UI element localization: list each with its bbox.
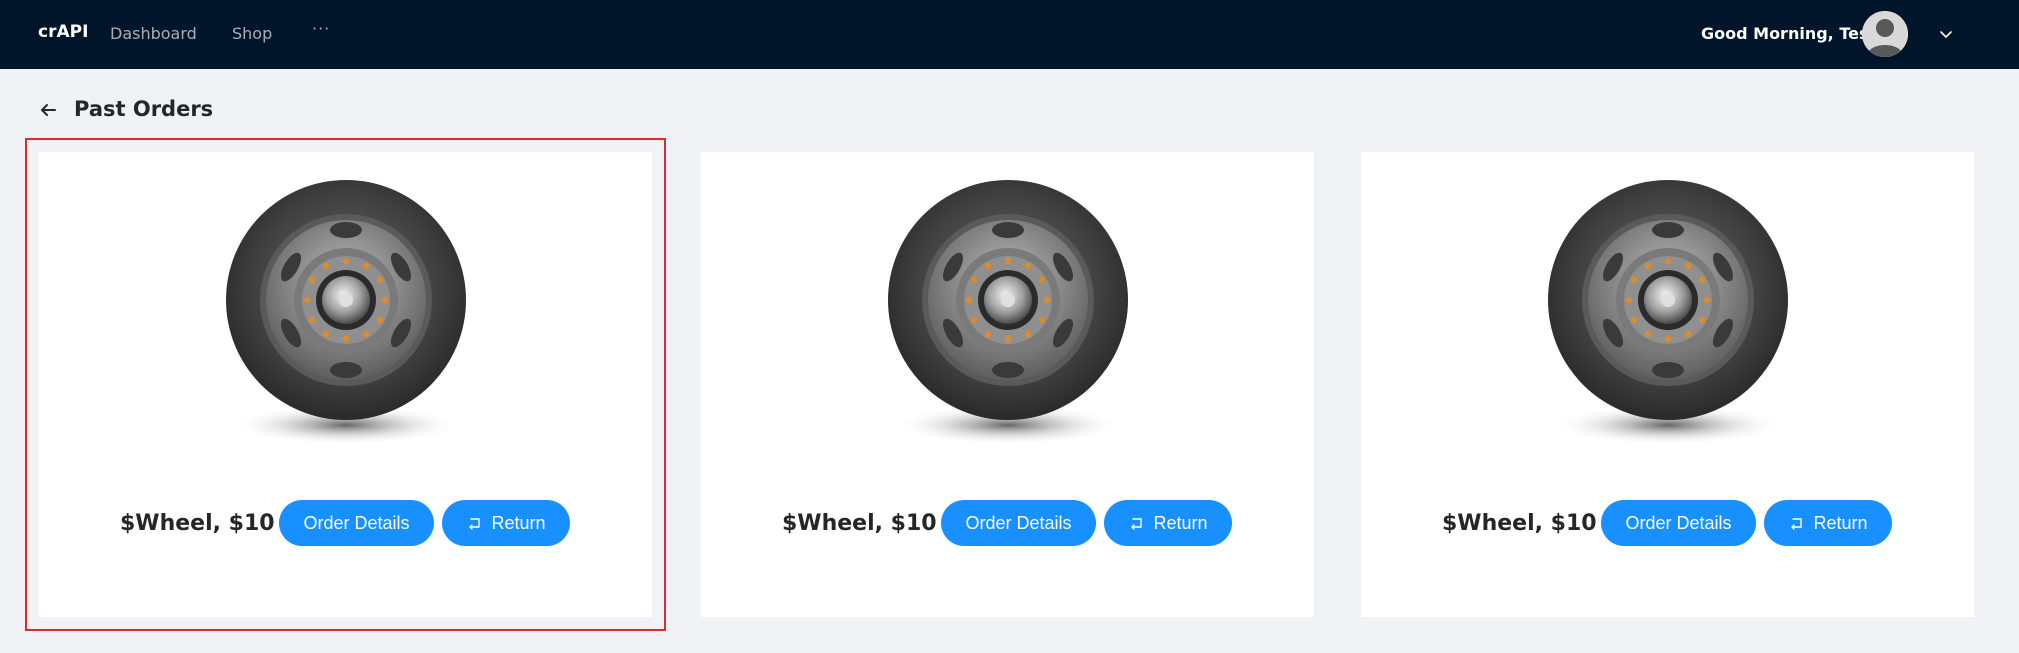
brand-logo[interactable]: crAPI bbox=[38, 22, 88, 42]
top-navbar: crAPI Dashboard Shop ··· Good Morning, T… bbox=[0, 0, 2019, 69]
order-card[interactable]: $Wheel, $10 Order Details Return bbox=[25, 138, 666, 631]
order-price: $Wheel, $10 bbox=[120, 511, 275, 536]
order-details-button[interactable]: Order Details bbox=[1601, 500, 1756, 546]
return-icon bbox=[1131, 518, 1143, 530]
nav-dashboard[interactable]: Dashboard bbox=[110, 24, 197, 43]
chevron-down-icon[interactable] bbox=[1938, 26, 1954, 42]
arrow-left-icon[interactable] bbox=[37, 99, 59, 121]
page-title: Past Orders bbox=[74, 97, 214, 121]
order-details-button[interactable]: Order Details bbox=[941, 500, 1096, 546]
order-details-button[interactable]: Order Details bbox=[279, 500, 434, 546]
return-label: Return bbox=[1153, 512, 1208, 533]
nav-more-menu[interactable]: ··· bbox=[312, 19, 330, 38]
return-label: Return bbox=[1813, 512, 1868, 533]
wheel-image bbox=[888, 180, 1128, 445]
order-card[interactable]: $Wheel, $10 Order Details Return bbox=[1361, 152, 1974, 617]
order-price: $Wheel, $10 bbox=[782, 511, 937, 536]
return-button[interactable]: Return bbox=[1104, 500, 1232, 546]
return-icon bbox=[469, 518, 481, 530]
return-icon bbox=[1791, 518, 1803, 530]
order-price: $Wheel, $10 bbox=[1442, 511, 1597, 536]
wheel-image bbox=[1548, 180, 1788, 445]
return-button[interactable]: Return bbox=[1764, 500, 1892, 546]
return-button[interactable]: Return bbox=[442, 500, 570, 546]
greeting-text: Good Morning, Test! bbox=[1701, 24, 1884, 43]
nav-shop[interactable]: Shop bbox=[232, 24, 272, 43]
return-label: Return bbox=[491, 512, 546, 533]
wheel-image bbox=[226, 180, 466, 445]
order-card[interactable]: $Wheel, $10 Order Details Return bbox=[701, 152, 1314, 617]
user-avatar-icon[interactable] bbox=[1862, 11, 1908, 57]
